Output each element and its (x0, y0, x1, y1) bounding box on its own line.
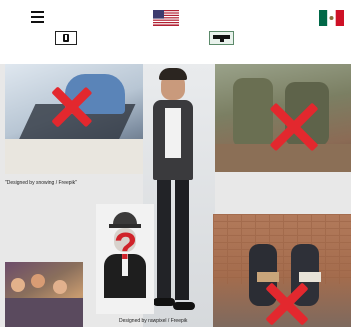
crowd-photo (5, 262, 83, 327)
soldiers-photo (215, 64, 351, 172)
mexico-flag-icon[interactable] (319, 10, 344, 26)
image-credit-bottom: Designed by rawpixel / Freepik (119, 318, 188, 324)
homeless-people-photo (213, 214, 351, 327)
cross-mark (271, 104, 317, 150)
top-toolbar (0, 0, 351, 52)
question-mark: ? (114, 226, 138, 268)
magritte-portrait: ? (96, 204, 154, 314)
collage-image: "Designed by snowing / Freepik" ? Design… (0, 64, 351, 327)
hamburger-menu-icon[interactable] (31, 11, 44, 24)
text-icon (63, 34, 69, 42)
laptop-work-photo (5, 64, 143, 174)
text-size-button[interactable] (55, 31, 77, 45)
us-flag-icon[interactable] (153, 10, 179, 26)
cross-mark (53, 88, 91, 126)
presentation-button[interactable] (209, 31, 234, 45)
image-credit-left: "Designed by snowing / Freepik" (5, 180, 77, 186)
cross-mark (267, 284, 307, 324)
